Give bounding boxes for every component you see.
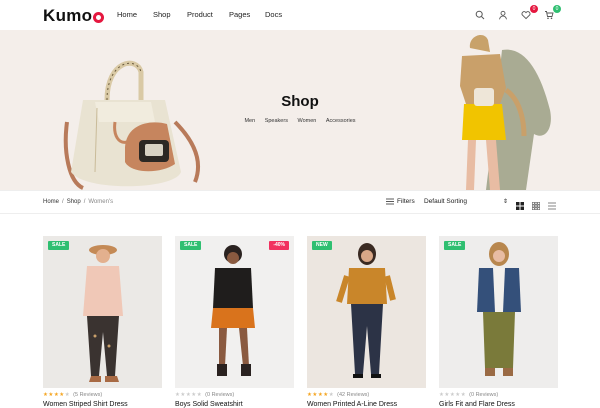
product-rating: ★★★★★ (42 Reviews) [307,392,426,398]
category-link-men[interactable]: Men [244,118,255,124]
model-figure [83,245,123,382]
breadcrumb-shop[interactable]: Shop [67,199,81,205]
wishlist-count-badge: 0 [530,5,538,13]
discount-badge: -40% [269,241,289,250]
product-card[interactable]: SALE ★★★★★ (5 Reviews) Women Striped Shi… [43,236,162,408]
page-title: Shop [281,93,319,110]
category-link-accessories[interactable]: Accessories [326,118,356,124]
breadcrumb-home[interactable]: Home [43,199,59,205]
star-rating-icon: ★★★★★ [43,392,71,398]
review-count: (0 Reviews) [205,392,235,398]
category-links: Men Speakers Women Accessories [0,118,600,124]
breadcrumb: Home / Shop / Women's [43,199,113,205]
nav-product[interactable]: Product [187,10,213,19]
sale-badge: SALE [48,241,70,250]
star-rating-icon: ★★★★★ [439,392,467,398]
product-rating: ★★★★★ (5 Reviews) [43,392,162,398]
search-icon[interactable] [473,8,487,22]
chevron-updown-icon: ⇕ [502,199,508,205]
hero-banner: Shop Men Speakers Women Accessories [0,30,600,190]
sale-badge: SALE [444,241,466,250]
breadcrumb-separator: / [83,199,86,205]
grid-view-icon[interactable] [516,197,524,210]
product-image[interactable]: SALE [43,236,162,388]
shop-toolbar: Home / Shop / Women's Filters Default Sortin… [0,190,600,214]
model-figure [211,245,255,376]
breadcrumb-separator: / [62,199,64,205]
star-rating-icon: ★★★★★ [307,392,335,398]
product-card[interactable]: SALE ★★★★★ (0 Reviews) Girls Fit and Fla… [439,236,558,408]
nav-shop[interactable]: Shop [153,10,171,19]
product-rating: ★★★★★ (0 Reviews) [175,392,294,398]
filters-label: Filters [397,198,415,205]
nav-docs[interactable]: Docs [265,10,282,19]
sort-label: Default Sorting [424,198,467,205]
site-header: Kumo Home Shop Product Pages Docs 0 0 [0,0,600,30]
nav-home[interactable]: Home [117,10,137,19]
filter-icon [386,198,394,205]
model-figure [477,242,521,376]
logo-text: Kumo [43,6,93,25]
product-image[interactable]: SALE -40% [175,236,294,388]
category-link-speakers[interactable]: Speakers [265,118,288,124]
sort-select[interactable]: Default Sorting ⇕ [424,198,508,205]
logo-dot-icon [93,11,105,23]
wishlist-icon[interactable]: 0 [519,5,538,22]
product-image[interactable]: NEW [307,236,426,388]
filters-button[interactable]: Filters [386,198,415,205]
star-rating-icon: ★★★★★ [175,392,203,398]
new-badge: NEW [312,241,332,250]
product-card[interactable]: NEW ★★★★★ (42 Reviews) Women Printed A-L… [307,236,426,408]
cart-icon[interactable]: 0 [542,5,561,22]
sale-badge: SALE [180,241,202,250]
cart-count-badge: 0 [553,5,561,13]
list-view-icon[interactable] [548,197,556,210]
category-link-women[interactable]: Women [297,118,316,124]
model-figure [336,243,396,378]
product-card[interactable]: SALE -40% ★★★★★ (0 Reviews) Boys Solid S… [175,236,294,408]
breadcrumb-current: Women's [88,199,114,205]
user-icon[interactable] [496,8,510,22]
logo[interactable]: Kumo [43,6,105,26]
product-rating: ★★★★★ (0 Reviews) [439,392,558,398]
review-count: (0 Reviews) [469,392,499,398]
review-count: (5 Reviews) [73,392,103,398]
model-image [460,34,551,190]
view-switcher [516,197,564,210]
review-count: (42 Reviews) [337,392,370,398]
product-image[interactable]: SALE [439,236,558,388]
header-icons: 0 0 [464,5,561,22]
grid-small-view-icon[interactable] [532,197,540,210]
nav-pages[interactable]: Pages [229,10,250,19]
